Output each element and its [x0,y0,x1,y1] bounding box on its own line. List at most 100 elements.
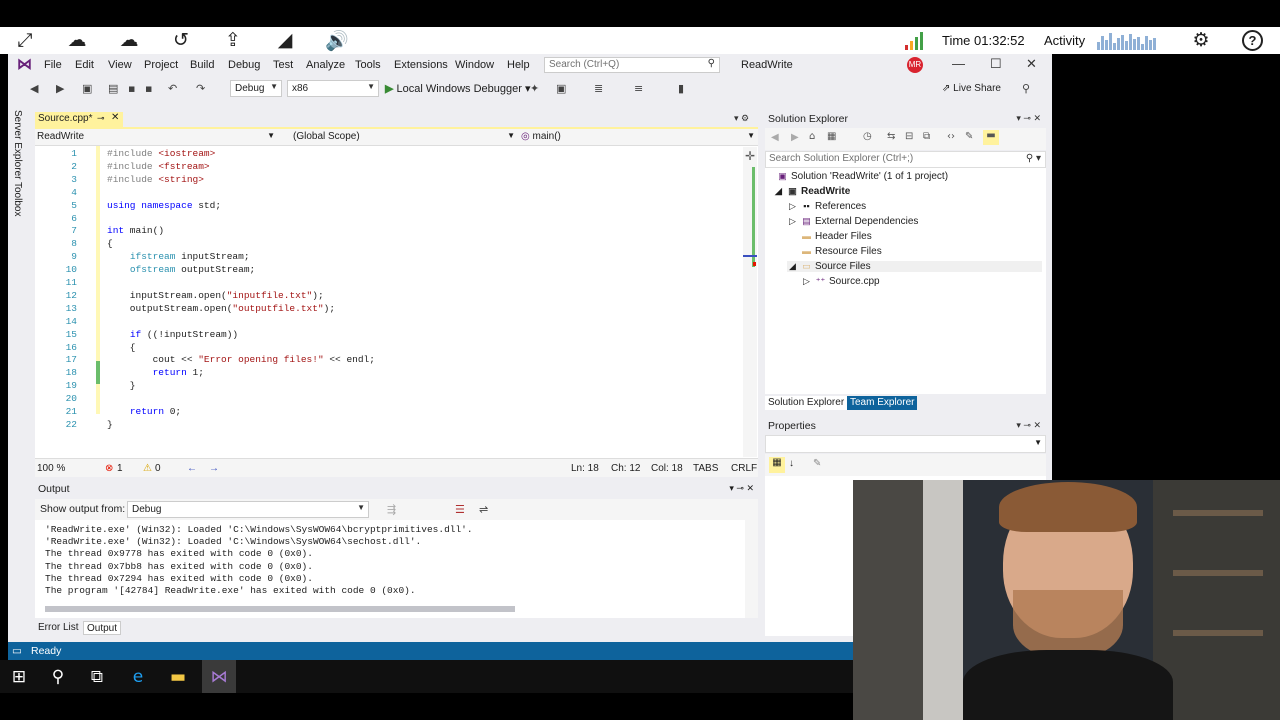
gear-icon[interactable]: ⚙ [1188,29,1214,51]
panel-controls-icon[interactable]: ▾ ⊸ ✕ [1016,420,1041,431]
menu-analyze[interactable]: Analyze [306,59,345,71]
start-debugging-button[interactable]: ▶ Local Windows Debugger ▾ [385,82,530,95]
code-editor[interactable]: ReadWrite ▼ (Global Scope) ▼ ◎ main() ▼ 1 #i… [35,127,758,477]
tab-solution-explorer[interactable]: Solution Explorer [765,396,848,410]
member-nav-select[interactable]: ◎ main() ▼ [521,131,755,144]
editor-scrollbar[interactable]: ✛ [743,147,757,457]
code-line[interactable]: ofstream outputStream; [107,264,255,275]
split-icon[interactable]: ✛ [745,149,755,163]
code-line[interactable]: } [107,380,136,391]
tab-team-explorer[interactable]: Team Explorer [847,396,918,410]
bookmark-icon[interactable]: ▮ [678,82,684,95]
menu-file[interactable]: File [44,59,62,71]
live-share-button[interactable]: ⇗ Live Share [942,83,1001,94]
output-text[interactable]: 'ReadWrite.exe' (Win32): Loaded 'C:\Wind… [35,520,758,618]
save-icon[interactable]: ▪ [128,82,135,95]
panel-controls-icon[interactable]: ▾ ⊸ ✕ [1016,113,1041,124]
tree-item-external-dependencies[interactable]: ▷ ▤ External Dependencies [787,216,918,227]
tree-item-header-files[interactable]: ▬ Header Files [801,231,872,242]
clear-all-icon[interactable]: ☰ [455,503,465,516]
forward-icon[interactable]: ▶ [56,82,64,95]
menu-view[interactable]: View [108,59,132,71]
code-line[interactable]: { [107,238,113,249]
share-icon[interactable]: ⇪ [220,29,246,51]
next-icon[interactable]: → [209,463,219,474]
task-view-icon[interactable]: ⧉ [83,665,111,689]
find-message-icon[interactable]: ⇶ [387,503,396,516]
menu-test[interactable]: Test [273,59,293,71]
hot-reload-icon[interactable]: ✦ [530,82,539,95]
preview-selected-icon[interactable]: ▬ [983,130,999,145]
code-line[interactable]: #include <string> [107,174,204,185]
project-nav-select[interactable]: ReadWrite ▼ [37,131,275,144]
output-source-select[interactable]: Debug ▼ [127,501,369,518]
new-project-icon[interactable]: ▣ [82,82,92,95]
tree-item-source-cpp[interactable]: ▷ ⁺⁺ Source.cpp [801,276,880,287]
server-explorer-tab[interactable]: Server Explorer [12,110,23,179]
tab-overflow-icon[interactable]: ▾ ⚙ [734,113,749,124]
code-line[interactable]: return 1; [107,367,204,378]
code-line[interactable]: ifstream inputStream; [107,251,250,262]
warning-count[interactable]: 0 [155,463,161,474]
configuration-select[interactable]: Debug ▼ [230,80,282,97]
history-icon[interactable]: ↺ [168,29,194,51]
error-count[interactable]: 1 [117,463,123,474]
properties-object-select[interactable]: ▼ [765,435,1046,453]
screenshot-icon[interactable]: ▣ [556,82,566,95]
tab-error-list[interactable]: Error List [35,621,82,635]
menu-extensions[interactable]: Extensions [394,59,448,71]
code-line[interactable]: outputStream.open("outputfile.txt"); [107,303,335,314]
visual-studio-taskbar-icon[interactable]: ⋈ [202,660,236,693]
code-line[interactable]: int main() [107,225,164,236]
properties-icon[interactable]: ✎ [965,131,973,142]
output-horizontal-scrollbar[interactable] [45,606,515,612]
minimize-icon[interactable]: — [952,56,965,71]
back-icon[interactable]: ◀ [30,82,38,95]
code-line[interactable]: { [107,342,136,353]
code-line[interactable]: #include <fstream> [107,161,210,172]
avatar[interactable]: MR [907,57,923,73]
tree-item-references[interactable]: ▷ ▪▪ References [787,201,866,212]
menu-tools[interactable]: Tools [355,59,381,71]
feedback-icon[interactable]: ⚲ [1022,82,1030,95]
previous-icon[interactable]: ← [187,463,197,474]
code-line[interactable]: #include <iostream> [107,148,215,159]
back-icon[interactable]: ◀ [771,132,779,143]
edge-browser-icon[interactable]: e [124,665,152,689]
sync-icon[interactable]: ⇆ [887,131,895,142]
volume-icon[interactable]: 🔊 [324,29,350,52]
close-icon[interactable]: ✕ [111,112,119,123]
tree-item-source-files[interactable]: ◢ ▭ Source Files [787,261,1042,272]
zoom-level[interactable]: 100 % [37,463,65,474]
toolbox-tab[interactable]: Toolbox [12,182,23,216]
close-icon[interactable]: ✕ [1026,56,1037,72]
format-icon[interactable]: ≣ [594,82,603,95]
save-all-icon[interactable]: ▪ [145,82,152,95]
line-ending[interactable]: CRLF [731,463,757,474]
windows-start-icon[interactable]: ⊞ [5,665,33,689]
menu-build[interactable]: Build [190,59,214,71]
cloud-download-icon[interactable]: ☁ [116,29,142,51]
property-pages-icon[interactable]: ✎ [813,458,821,469]
code-line[interactable]: return 0; [107,406,181,417]
output-scrollbar[interactable] [745,520,758,618]
menu-window[interactable]: Window [455,59,494,71]
view-code-icon[interactable]: ‹› [947,131,955,142]
code-line[interactable]: using namespace std; [107,200,221,211]
categorized-icon[interactable]: ▦ [769,457,785,473]
quick-search-input[interactable]: Search (Ctrl+Q) ⚲ [544,57,720,73]
menu-edit[interactable]: Edit [75,59,94,71]
switch-views-icon[interactable]: ▦ [827,131,836,142]
tree-item-project[interactable]: ◢ ▣ ReadWrite [773,186,850,197]
code-line[interactable]: cout << "Error opening files!" << endl; [107,354,375,365]
tab-source-cpp[interactable]: Source.cpp* ⊸ ✕ [35,112,123,127]
tabs-mode[interactable]: TABS [693,463,718,474]
code-line[interactable]: } [107,419,113,430]
open-file-icon[interactable]: ▤ [108,82,118,95]
scope-nav-select[interactable]: (Global Scope) ▼ [293,131,515,144]
file-explorer-icon[interactable]: ▬ [164,665,192,689]
home-icon[interactable]: ⌂ [809,131,815,142]
signal-icon[interactable]: ◢ [272,29,298,51]
code-area[interactable]: 1 #include <iostream> 2 #include <fstream> 3… [35,147,751,457]
platform-select[interactable]: x86 ▼ [287,80,379,97]
